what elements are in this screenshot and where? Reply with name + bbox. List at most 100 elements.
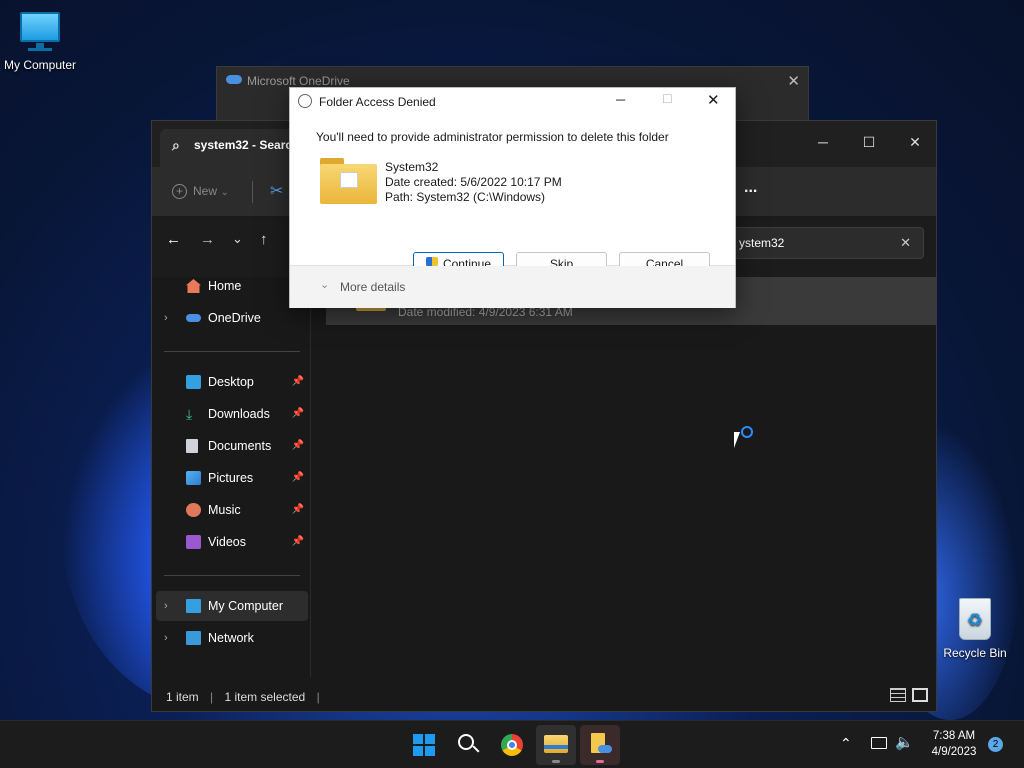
dialog-maximize-button: ☐	[662, 92, 673, 106]
cursor-icon	[734, 432, 740, 448]
pin-icon: 📌	[291, 440, 304, 451]
folder-access-denied-dialog[interactable]: Folder Access Denied ─ ☐ ✕ You'll need t…	[289, 87, 736, 308]
more-details-label: More details	[340, 280, 406, 294]
dialog-minimize-button[interactable]: ─	[616, 92, 625, 107]
onedrive-cloud-icon	[226, 75, 242, 84]
download-icon: ⤓	[186, 406, 193, 422]
nav-item-label: Downloads	[208, 407, 270, 421]
nav-item-documents[interactable]: Documents 📌	[152, 431, 308, 461]
chevron-right-icon: ›	[164, 600, 168, 612]
status-divider: |	[210, 690, 214, 704]
up-button[interactable]: ↑	[260, 231, 268, 248]
nav-item-label: Home	[208, 279, 242, 293]
explorer-tab[interactable]: ⌕ system32 - Search	[160, 129, 310, 167]
nav-divider	[164, 351, 300, 352]
clock-icon	[298, 94, 312, 108]
onedrive-close-icon[interactable]: ✕	[787, 72, 800, 90]
toolbar-divider	[252, 181, 253, 203]
nav-item-downloads[interactable]: ⤓ Downloads 📌	[152, 399, 308, 429]
desktop-icon-label: My Computer	[3, 58, 77, 72]
desktop-icon-recycle-bin[interactable]: ♻ Recycle Bin	[935, 596, 1015, 660]
chevron-down-icon: ⌄	[320, 279, 330, 291]
notification-badge[interactable]: 2	[988, 737, 1003, 752]
minimize-button[interactable]: ─	[800, 127, 846, 157]
nav-item-network[interactable]: › Network	[152, 623, 308, 653]
clear-search-icon[interactable]: ✕	[900, 235, 911, 251]
details-view-icon[interactable]	[890, 688, 906, 702]
chevron-right-icon: ›	[164, 312, 168, 324]
nav-item-onedrive[interactable]: › OneDrive	[152, 303, 308, 333]
new-button[interactable]: + New ⌄	[172, 184, 229, 199]
clock-date[interactable]: 4/9/2023	[922, 746, 986, 758]
search-input[interactable]: ystem32 ✕	[726, 227, 924, 259]
dialog-body: You'll need to provide administrator per…	[290, 116, 735, 277]
taskbar-search-button[interactable]	[448, 725, 488, 765]
recycle-bin-icon: ♻	[955, 596, 995, 642]
music-icon	[186, 503, 201, 517]
nav-item-label: Documents	[208, 439, 272, 453]
taskbar-file-explorer-button[interactable]	[536, 725, 576, 765]
chevron-right-icon: ›	[164, 632, 168, 644]
recent-locations-button[interactable]: ⌄	[232, 231, 243, 247]
network-icon	[186, 631, 201, 645]
taskbar: ⌃ 🔈 7:38 AM 4/9/2023 2	[0, 720, 1024, 768]
new-button-label: New	[193, 184, 218, 198]
home-icon	[186, 279, 201, 293]
nav-item-videos[interactable]: Videos 📌	[152, 527, 308, 557]
folder-icon	[320, 158, 377, 204]
pin-icon: 📌	[291, 504, 304, 515]
navigation-pane: Home › OneDrive Desktop 📌 ⤓ Downloads 📌 …	[152, 277, 310, 677]
maximize-button[interactable]: ☐	[846, 127, 892, 157]
chevron-down-icon: ⌄	[221, 187, 229, 197]
pin-icon: 📌	[291, 472, 304, 483]
folder-icon-band	[544, 745, 568, 749]
windows-logo-icon	[413, 734, 435, 756]
status-divider: |	[316, 690, 320, 704]
nav-item-label: Pictures	[208, 471, 254, 485]
item-count: 1 item	[166, 690, 199, 704]
show-hidden-icons-button[interactable]: ⌃	[840, 735, 852, 752]
status-bar: 1 item | 1 item selected |	[152, 683, 936, 711]
monitor-icon	[186, 599, 201, 613]
close-button[interactable]: ✕	[892, 127, 938, 157]
chrome-icon-center	[507, 740, 517, 750]
pin-icon: 📌	[291, 408, 304, 419]
start-button[interactable]	[404, 725, 444, 765]
network-status-icon[interactable]	[871, 737, 887, 749]
nav-item-music[interactable]: Music 📌	[152, 495, 308, 525]
video-icon	[186, 535, 201, 549]
nav-item-home[interactable]: Home	[152, 271, 308, 301]
taskbar-chrome-button[interactable]	[492, 725, 532, 765]
clock-time[interactable]: 7:38 AM	[922, 730, 986, 742]
folder-path: Path: System32 (C:\Windows)	[385, 190, 546, 204]
nav-item-label: Music	[208, 503, 241, 517]
running-indicator	[552, 760, 560, 763]
running-indicator	[596, 760, 604, 763]
tiles-view-icon[interactable]	[912, 688, 928, 702]
dialog-title: Folder Access Denied	[319, 95, 436, 109]
cut-icon[interactable]: ✂	[270, 181, 283, 201]
forward-button[interactable]: →	[200, 231, 215, 248]
nav-item-label: OneDrive	[208, 311, 261, 325]
folder-icon	[544, 735, 568, 753]
nav-item-desktop[interactable]: Desktop 📌	[152, 367, 308, 397]
desktop-icon-my-computer[interactable]: My Computer	[0, 10, 80, 72]
pane-divider	[310, 277, 311, 677]
nav-item-label: Network	[208, 631, 254, 645]
volume-icon[interactable]: 🔈	[895, 733, 914, 751]
dialog-close-button[interactable]: ✕	[707, 91, 720, 109]
dialog-titlebar: Folder Access Denied ─ ☐ ✕	[290, 88, 735, 116]
back-button[interactable]: ←	[166, 231, 181, 248]
file-list	[312, 277, 936, 677]
taskbar-onedrive-button[interactable]	[580, 725, 620, 765]
more-options-button[interactable]: ...	[744, 179, 757, 197]
nav-item-my-computer[interactable]: › My Computer	[156, 591, 308, 621]
nav-divider	[164, 575, 300, 576]
nav-item-label: Desktop	[208, 375, 254, 389]
selected-count: 1 item selected	[224, 690, 306, 704]
search-icon-handle	[472, 745, 480, 753]
cloud-icon	[598, 745, 612, 753]
nav-item-pictures[interactable]: Pictures 📌	[152, 463, 308, 493]
desktop-icon-label: Recycle Bin	[943, 646, 1007, 660]
more-details-toggle[interactable]: ⌄ More details	[290, 266, 735, 308]
